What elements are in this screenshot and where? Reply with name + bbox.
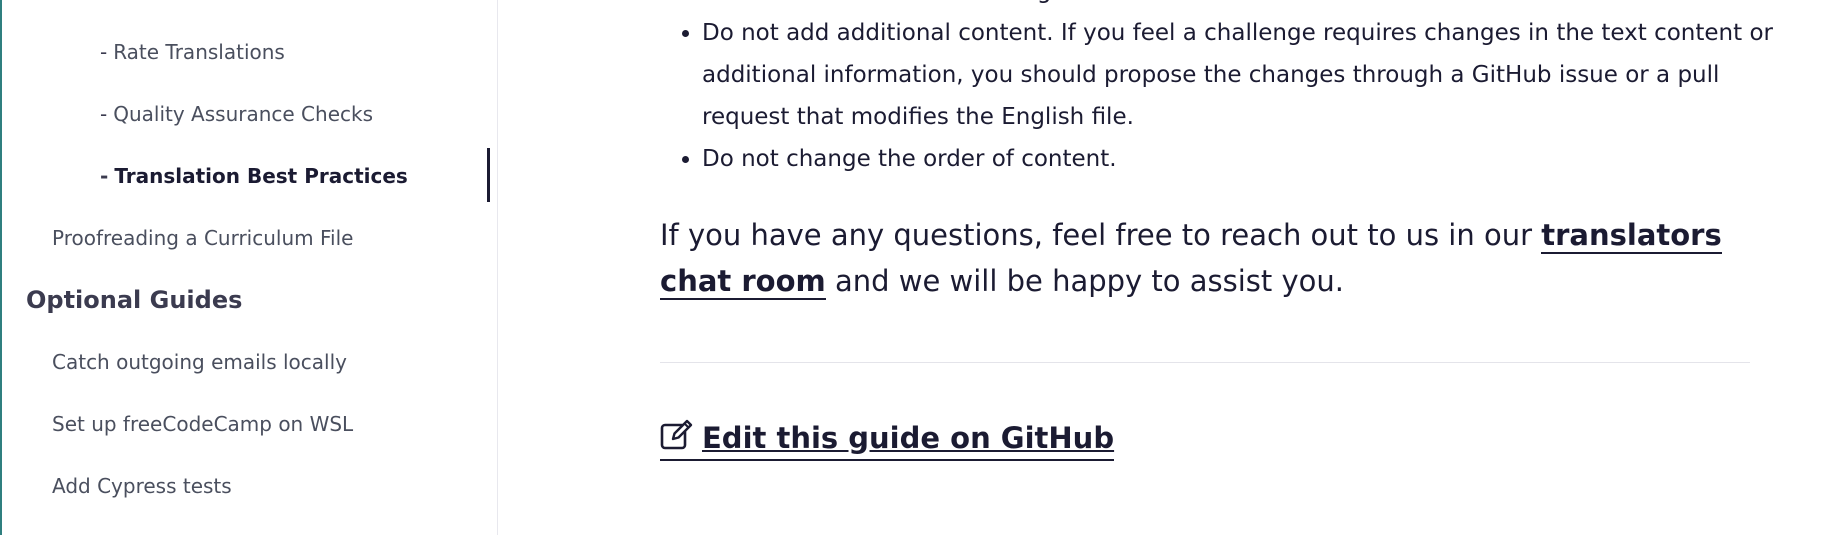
sidebar-item-prefix: - <box>100 164 109 188</box>
active-item-indicator <box>487 148 490 202</box>
sidebar-item-rate-translations[interactable]: - Rate Translations <box>100 40 285 64</box>
sidebar-item-prefix: - <box>100 102 108 126</box>
sidebar: - Rate Translations - Quality Assurance Ch… <box>2 0 498 535</box>
edit-icon <box>660 418 702 457</box>
sidebar-item-proofreading-curriculum-file[interactable]: Proofreading a Curriculum File <box>52 226 353 250</box>
help-paragraph: If you have any questions, feel free to … <box>660 212 1760 304</box>
sidebar-item-prefix: - <box>100 40 108 64</box>
guideline-list: Do not add additional content. If you fe… <box>660 12 1782 180</box>
sidebar-item-catch-outgoing-emails[interactable]: Catch outgoing emails locally <box>52 350 347 374</box>
paragraph-text-before: If you have any questions, feel free to … <box>660 218 1542 252</box>
sidebar-item-label: Rate Translations <box>113 40 285 64</box>
sidebar-item-label: Set up freeCodeCamp on WSL <box>52 412 354 436</box>
sidebar-item-label: Catch outgoing emails locally <box>52 350 347 374</box>
sidebar-item-add-cypress-tests[interactable]: Add Cypress tests <box>52 474 232 498</box>
sidebar-item-label: Proofreading a Curriculum File <box>52 226 354 250</box>
list-item: Do not change the order of content. <box>702 138 1782 180</box>
sidebar-item-translation-best-practices[interactable]: - Translation Best Practices <box>100 164 408 188</box>
paragraph-text-after: and we will be happy to assist you. <box>825 264 1345 298</box>
sidebar-item-label: Quality Assurance Checks <box>113 102 373 126</box>
sidebar-item-quality-assurance-checks[interactable]: - Quality Assurance Checks <box>100 102 373 126</box>
list-item: Do not add additional content. If you fe… <box>702 12 1782 138</box>
divider <box>660 362 1750 363</box>
clipped-text-line: code and should be left in English. <box>702 0 1098 12</box>
main-content: code and should be left in English. Do n… <box>660 0 1773 535</box>
sidebar-section-heading: Optional Guides <box>26 286 243 314</box>
sidebar-item-freecodecamp-wsl[interactable]: Set up freeCodeCamp on WSL <box>52 412 353 436</box>
edit-on-github-link[interactable]: Edit this guide on GitHub <box>660 418 1115 461</box>
edit-link-label: Edit this guide on GitHub <box>702 420 1115 455</box>
sidebar-item-label: Add Cypress tests <box>52 474 232 498</box>
sidebar-item-label: Translation Best Practices <box>114 164 408 188</box>
